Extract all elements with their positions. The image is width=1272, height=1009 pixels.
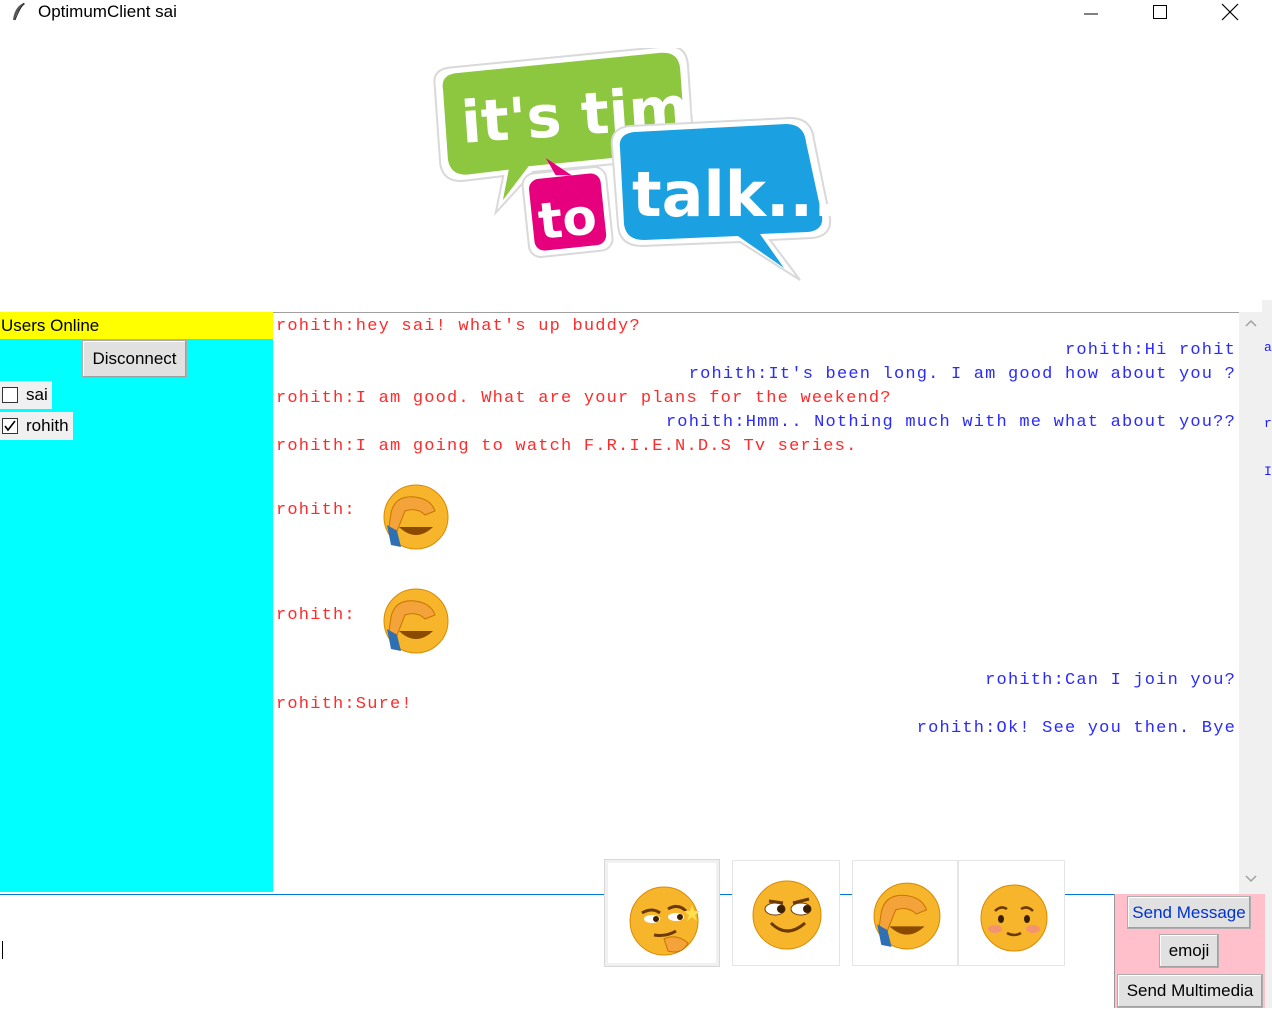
edge-fragment: a — [1264, 340, 1272, 355]
checkbox-unchecked[interactable] — [2, 387, 18, 403]
blush-emoji-icon — [980, 884, 1048, 952]
emoji-button-facepalm[interactable] — [852, 860, 958, 966]
facepalm-emoji-icon — [873, 882, 941, 950]
chat-message-outgoing: rohith:Can I join you? — [985, 671, 1236, 690]
check-icon — [4, 420, 16, 432]
chat-message-incoming: rohith:hey sai! what's up buddy? — [276, 317, 641, 336]
emoji-button-side-eye[interactable] — [732, 860, 840, 966]
user-name: sai — [26, 385, 48, 404]
title-bar: OptimumClient sai — [0, 0, 1272, 26]
scroll-down-arrow-icon[interactable] — [1245, 874, 1257, 884]
chat-scrollbar[interactable] — [1239, 312, 1263, 894]
user-item-rohith[interactable]: rohith — [0, 412, 73, 440]
feather-icon — [13, 2, 25, 21]
close-button[interactable] — [1207, 0, 1253, 24]
logo-text-to: to — [535, 187, 599, 251]
user-item-sai[interactable]: sai — [0, 381, 52, 409]
minimize-button[interactable] — [1068, 0, 1114, 24]
users-online-header: Users Online — [0, 312, 273, 339]
chat-message-outgoing: rohith:Hi rohit — [1064, 341, 1236, 360]
maximize-button[interactable] — [1137, 0, 1183, 24]
send-message-button[interactable]: Send Message — [1127, 896, 1251, 929]
text-caret — [2, 941, 3, 959]
minimize-icon — [1084, 13, 1098, 15]
close-icon — [1221, 3, 1239, 21]
logo-text-talk: talk... — [632, 158, 837, 231]
chat-message-outgoing: rohith:Ok! See you then. Bye — [916, 719, 1236, 738]
smirk-thinking-emoji-icon — [629, 886, 700, 956]
its-time-to-talk-logo: it's time talk... to — [433, 48, 837, 281]
facepalm-emoji-icon — [383, 484, 449, 550]
send-multimedia-button[interactable]: Send Multimedia — [1117, 974, 1263, 1008]
chat-message-incoming: rohith: — [276, 501, 368, 520]
facepalm-emoji-icon — [383, 588, 449, 654]
emoji-button-smirk-thinking[interactable] — [604, 859, 720, 967]
chat-log[interactable]: rohith:hey sai! what's up buddy? rohith:… — [273, 312, 1239, 895]
chat-message-incoming: rohith:Sure! — [276, 695, 413, 714]
scroll-up-arrow-icon[interactable] — [1245, 318, 1257, 328]
users-panel: Users Online Disconnect sai rohith — [0, 312, 273, 892]
emoji-toggle-button[interactable]: emoji — [1159, 934, 1219, 968]
side-eye-emoji-icon — [752, 880, 822, 950]
chat-message-incoming: rohith: — [276, 606, 368, 625]
edge-fragment: I — [1264, 464, 1272, 479]
disconnect-button[interactable]: Disconnect — [82, 340, 187, 378]
chat-message-outgoing: rohith:It's been long. I am good how abo… — [688, 365, 1236, 384]
edge-fragment: r — [1264, 416, 1272, 431]
chat-message-incoming: rohith:I am going to watch F.R.I.E.N.D.S… — [276, 437, 858, 456]
user-name: rohith — [26, 416, 69, 435]
chat-message-outgoing: rohith:Hmm.. Nothing much with me what a… — [665, 413, 1236, 432]
checkbox-checked[interactable] — [2, 418, 18, 434]
window-title: OptimumClient sai — [38, 2, 177, 21]
action-panel: Send Message emoji Send Multimedia — [1114, 894, 1265, 1008]
maximize-icon — [1153, 5, 1167, 19]
emoji-button-blush[interactable] — [958, 860, 1065, 966]
chat-message-incoming: rohith:I am good. What are your plans fo… — [276, 389, 892, 408]
